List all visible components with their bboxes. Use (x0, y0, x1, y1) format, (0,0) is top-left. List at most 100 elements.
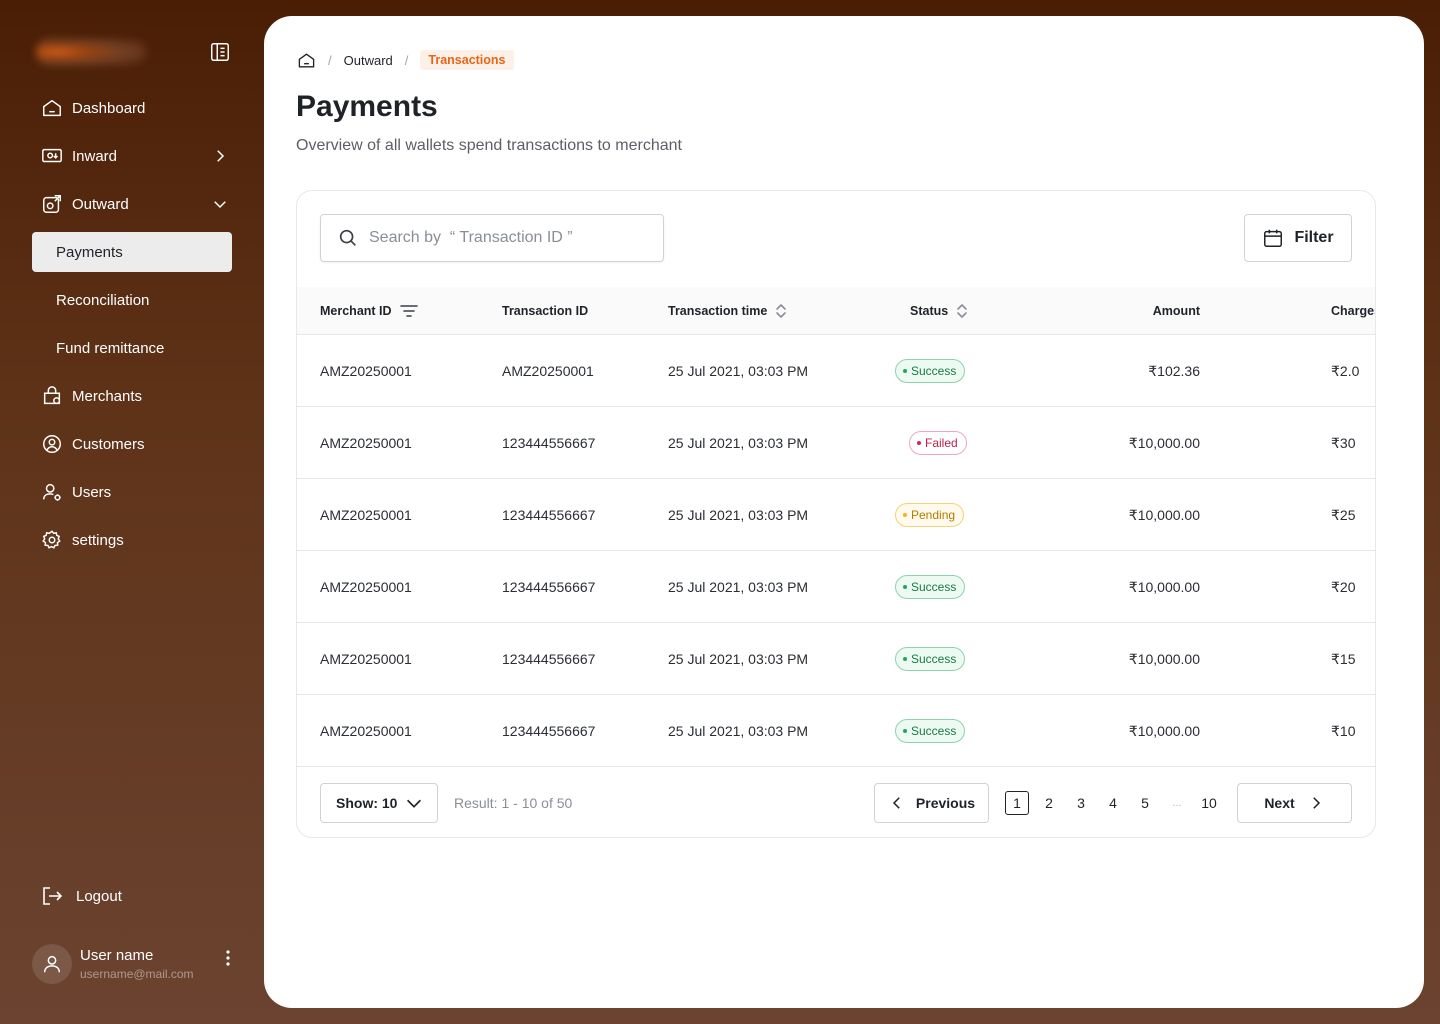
sidebar-item-label: Customers (72, 435, 145, 453)
cell-charges: ₹10 (1331, 722, 1356, 739)
page-number[interactable]: 3 (1069, 791, 1093, 815)
search-box (320, 214, 664, 262)
status-dot (917, 441, 921, 445)
page-numbers: 1 2 3 4 5... 10 (1005, 791, 1229, 815)
inward-icon (40, 144, 64, 168)
cell-transaction-id: 123444556667 (502, 435, 596, 451)
cell-status: Success (895, 695, 966, 767)
status-label: Pending (911, 508, 956, 522)
sidebar-collapse-icon[interactable] (208, 40, 232, 64)
sidebar-item-settings[interactable]: settings (32, 520, 232, 560)
sidebar-item-label: Fund remittance (56, 339, 165, 357)
cell-charges: ₹20 (1331, 578, 1356, 595)
table-row[interactable]: AMZ20250001 123444556667 25 Jul 2021, 03:0… (297, 407, 1375, 479)
customers-icon (40, 432, 64, 456)
cell-merchant-id: AMZ20250001 (320, 723, 412, 739)
sidebar-item-label: Payments (56, 243, 123, 261)
sidebar-item-payments[interactable]: Payments (32, 232, 232, 272)
sidebar-item-label: Outward (72, 195, 129, 213)
status-label: Success (911, 724, 957, 738)
result-count: Result: 1 - 10 of 50 (454, 795, 573, 811)
table-row[interactable]: AMZ20250001 AMZ20250001 25 Jul 2021, 03:03… (297, 335, 1375, 407)
page-number[interactable]: 4 (1101, 791, 1125, 815)
page-number[interactable]: 2 (1037, 791, 1061, 815)
sidebar-item-merchants[interactable]: Merchants (32, 376, 232, 416)
sidebar-item-label: settings (72, 531, 124, 549)
table-row[interactable]: AMZ20250001 123444556667 25 Jul 2021, 03:0… (297, 479, 1375, 551)
column-merchant-id: Merchant ID (320, 287, 418, 335)
page-size-label: Show: 10 (336, 795, 398, 811)
page-ellipsis: ... (1172, 797, 1182, 809)
status-label: Failed (925, 436, 958, 450)
cell-amount: ₹102.36 (1148, 362, 1200, 379)
table-row[interactable]: AMZ20250001 123444556667 25 Jul 2021, 03:0… (297, 551, 1375, 623)
column-label: Status (910, 304, 949, 318)
table-row[interactable]: AMZ20250001 123444556667 25 Jul 2021, 03:0… (297, 623, 1375, 695)
column-transaction-time: Transaction time (668, 287, 787, 335)
breadcrumb-outward[interactable]: Outward (344, 53, 393, 68)
breadcrumb-transactions: Transactions (420, 50, 514, 70)
table-header: Merchant ID Transaction ID Transaction t… (297, 287, 1375, 335)
sidebar-item-fund-remittance[interactable]: Fund remittance (32, 328, 232, 368)
cell-merchant-id: AMZ20250001 (320, 651, 412, 667)
cell-transaction-time: 25 Jul 2021, 03:03 PM (668, 507, 809, 523)
page-number[interactable]: 5 (1133, 791, 1157, 815)
cell-transaction-time: 25 Jul 2021, 03:03 PM (668, 579, 809, 595)
status-dot (903, 729, 907, 733)
cell-status: Pending (895, 479, 965, 551)
cell-status: Failed (895, 407, 967, 479)
cell-transaction-time: 25 Jul 2021, 03:03 PM (668, 651, 809, 667)
logout-button[interactable]: Logout (40, 884, 122, 908)
previous-button[interactable]: Previous (874, 783, 989, 823)
chevron-down-icon[interactable] (208, 192, 232, 216)
page-number[interactable]: 10 (1197, 791, 1221, 815)
status-label: Success (911, 652, 957, 666)
filter-label: Filter (1294, 229, 1334, 246)
cell-charges: ₹30 (1331, 434, 1356, 451)
status-label: Success (911, 364, 957, 378)
outward-icon (40, 192, 64, 216)
column-amount: Amount (1153, 287, 1200, 335)
users-icon (40, 480, 64, 504)
status-dot (903, 369, 907, 373)
sidebar-item-outward[interactable]: Outward (32, 184, 232, 224)
filter-button[interactable]: Filter (1244, 214, 1352, 262)
brand-logo (36, 38, 146, 66)
main-panel: / Outward / Transactions Payments Overvi… (264, 16, 1424, 1008)
page-number[interactable]: 1 (1005, 791, 1029, 815)
sidebar-item-label: Dashboard (72, 99, 146, 117)
chevron-right-icon (1307, 794, 1325, 812)
cell-transaction-time: 25 Jul 2021, 03:03 PM (668, 363, 809, 379)
user-name: User name (80, 947, 154, 964)
column-transaction-id: Transaction ID (502, 287, 588, 335)
sidebar-item-inward[interactable]: Inward (32, 136, 232, 176)
user-profile: User name username@mail.com (32, 944, 240, 984)
search-input[interactable] (369, 229, 639, 247)
status-label: Success (911, 580, 957, 594)
home-icon[interactable] (296, 50, 316, 70)
sidebar-item-dashboard[interactable]: Dashboard (32, 88, 232, 128)
status-dot (903, 513, 907, 517)
chevron-down-icon (403, 792, 425, 814)
sort-icon[interactable] (775, 303, 787, 319)
chevron-right-icon[interactable] (208, 144, 232, 168)
filter-lines-icon[interactable] (399, 304, 418, 318)
page-size-select[interactable]: Show: 10 (320, 783, 438, 823)
cell-amount: ₹10,000.00 (1128, 578, 1200, 595)
cell-transaction-id: AMZ20250001 (502, 363, 594, 379)
more-options-icon[interactable] (218, 946, 238, 970)
status-dot (903, 585, 907, 589)
sidebar-item-reconciliation[interactable]: Reconciliation (32, 280, 232, 320)
sidebar-nav: Dashboard Inward Outward Payments Reconc… (32, 88, 232, 568)
table-row[interactable]: AMZ20250001 123444556667 25 Jul 2021, 03:0… (297, 695, 1375, 767)
sidebar-item-customers[interactable]: Customers (32, 424, 232, 464)
next-button[interactable]: Next (1237, 783, 1352, 823)
cell-amount: ₹10,000.00 (1128, 722, 1200, 739)
breadcrumb-separator: / (328, 52, 332, 68)
cell-transaction-id: 123444556667 (502, 507, 596, 523)
sort-icon[interactable] (956, 303, 968, 319)
cell-merchant-id: AMZ20250001 (320, 435, 412, 451)
cell-charges: ₹25 (1331, 506, 1356, 523)
avatar[interactable] (32, 944, 72, 984)
sidebar-item-users[interactable]: Users (32, 472, 232, 512)
